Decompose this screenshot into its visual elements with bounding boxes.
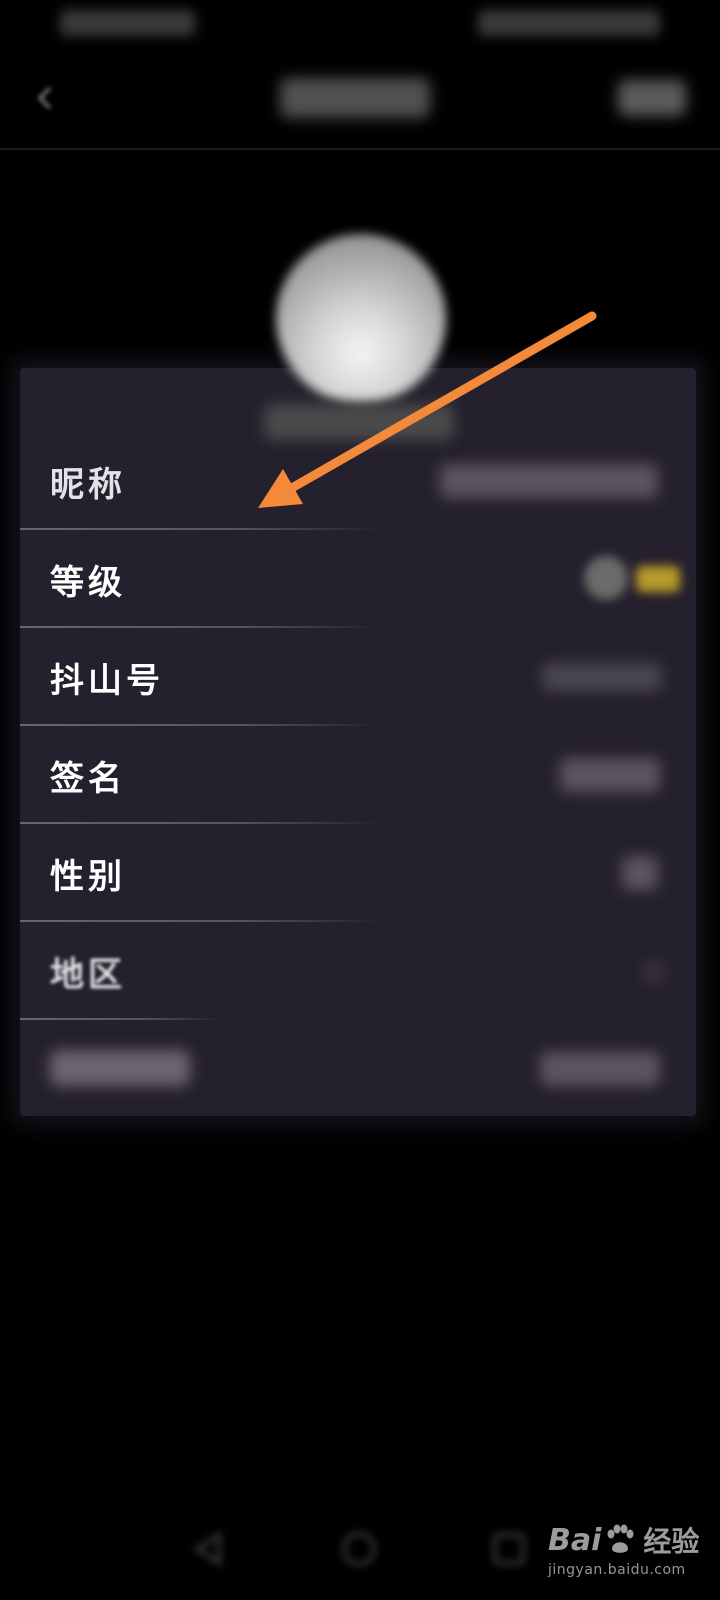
account-id-value [542,663,662,691]
profile-row-gender[interactable]: 性别 [20,824,696,922]
gender-value [622,856,658,890]
watermark-brand-left: Bai [548,1522,602,1558]
row-label: 性别 [50,856,126,897]
chevron-left-icon [37,86,52,110]
triangle-back-icon [193,1531,221,1567]
save-button[interactable] [618,80,686,116]
edit-profile-screen: 昵称 等级 抖山号 签名 性别 地区 Bai 经验 jingyan.baidu.… [0,0,720,1600]
circle-home-icon [342,1532,376,1566]
page-title [280,78,430,118]
nickname-value [440,464,658,498]
header-bar [0,48,720,150]
status-bar [0,0,720,48]
profile-row-signature[interactable]: 签名 [20,726,696,824]
profile-row-level[interactable]: 等级 [20,530,696,628]
nav-back-button[interactable] [184,1524,234,1574]
profile-row-nickname[interactable]: 昵称 [20,432,696,530]
row-label: 地区 [50,954,126,995]
square-recent-icon [493,1533,525,1565]
watermark-url: jingyan.baidu.com [548,1562,686,1578]
status-signal-indicators [60,10,195,36]
watermark-brand-right: 经验 [643,1525,700,1558]
signature-value [560,758,660,792]
nav-recent-button[interactable] [484,1524,534,1574]
status-battery-time [478,10,660,36]
profile-row-blurred[interactable] [20,1020,696,1118]
nav-home-button[interactable] [334,1524,384,1574]
level-text [636,566,680,592]
back-button[interactable] [24,76,68,120]
row-label: 昵称 [50,464,126,505]
row-value-blurred [540,1052,660,1086]
row-label-blurred [50,1050,190,1086]
avatar[interactable] [276,234,446,404]
row-label: 签名 [50,758,126,799]
region-value [644,962,664,982]
row-label: 抖山号 [50,660,164,701]
profile-row-account-id[interactable]: 抖山号 [20,628,696,726]
row-label: 等级 [50,562,126,603]
paw-icon [607,1524,634,1553]
baidu-jingyan-watermark: Bai 经验 jingyan.baidu.com [548,1518,708,1588]
level-value [580,550,690,610]
profile-row-region[interactable]: 地区 [20,922,696,1020]
level-badge-icon [584,556,628,600]
